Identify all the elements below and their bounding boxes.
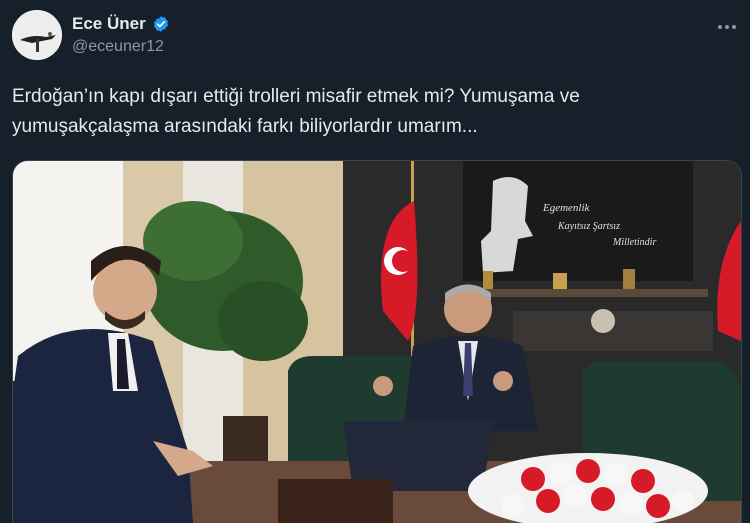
wall-text-1: Egemenlik [542, 202, 591, 214]
more-options-button[interactable] [716, 16, 738, 38]
meeting-photo: Egemenlik Kayıtsız Şartsız Milletindir [13, 161, 741, 523]
wall-text-2: Kayıtsız Şartsız [557, 221, 620, 232]
verified-badge-icon [153, 16, 168, 32]
user-handle[interactable]: @eceuner12 [72, 38, 164, 56]
more-icon [718, 25, 736, 29]
name-row: Ece Üner [72, 14, 170, 34]
avatar[interactable] [12, 10, 62, 60]
tweet-text: Erdoğan’ın kapı dışarı ettiği trolleri m… [12, 82, 734, 142]
tweet-text-line-2: yumuşakçalaşma arasındaki farkı biliyorl… [12, 116, 478, 137]
tweet-text-line-1: Erdoğan’ın kapı dışarı ettiği trolleri m… [12, 86, 580, 107]
tweet-photo[interactable]: Egemenlik Kayıtsız Şartsız Milletindir [12, 160, 742, 523]
tweet-header: Ece Üner @eceuner12 [12, 10, 738, 62]
wall-text-3: Milletindir [612, 237, 656, 248]
avatar-photo-icon [12, 10, 62, 60]
display-name[interactable]: Ece Üner [72, 14, 146, 34]
